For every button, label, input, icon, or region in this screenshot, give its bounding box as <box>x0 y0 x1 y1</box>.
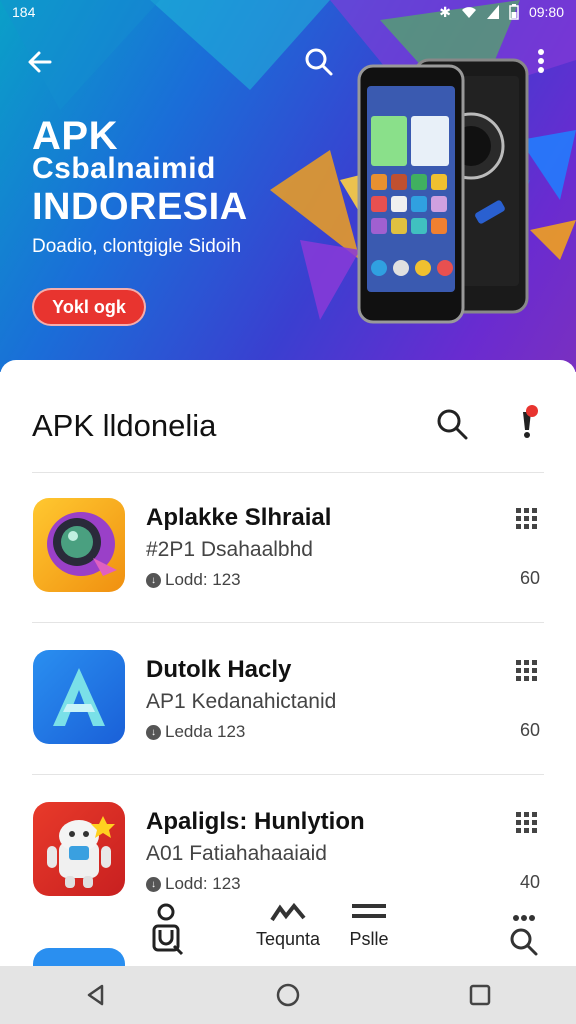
grid-menu-icon[interactable] <box>516 508 538 530</box>
nav-back-icon[interactable] <box>84 983 108 1007</box>
person-bag-icon <box>152 903 184 956</box>
app-count: 60 <box>519 568 540 588</box>
divider <box>32 774 544 775</box>
hero-title-line3: INDORESIA <box>32 186 248 228</box>
divider <box>32 472 544 473</box>
app-meta-text: Lodd: 123 <box>165 570 241 589</box>
wifi-icon <box>461 7 476 18</box>
chart-icon <box>270 902 306 922</box>
nav-recents-icon[interactable] <box>468 983 492 1007</box>
hero-cta-button[interactable]: Yokl ogk <box>32 288 146 326</box>
download-icon: ↓ <box>146 876 161 892</box>
app-name: Apaligls: Hunlytion <box>146 808 365 835</box>
tab-list[interactable]: Pslle <box>344 902 394 950</box>
bluetooth-icon: ✱ <box>439 3 451 20</box>
list-item[interactable]: Aplakke Slhraial #2P1 Dsahaalbhd ↓ Lodd:… <box>0 498 576 648</box>
hero-title-line2: Csbalnaimid <box>32 152 216 185</box>
camera-icon <box>33 498 125 592</box>
android-robot-icon <box>33 802 125 896</box>
status-bar: 184 ✱ 09:80 <box>0 0 576 24</box>
app-meta-text: Lodd: 123 <box>165 874 241 893</box>
grid-menu-icon[interactable] <box>516 812 538 834</box>
status-time-right: 09:80 <box>528 4 564 20</box>
tab-label: Pslle <box>349 929 389 949</box>
app-name: Dutolk Hacly <box>146 656 292 683</box>
divider <box>32 622 544 623</box>
app-subtitle: #2P1 Dsahaalbhd <box>146 538 313 561</box>
tab-trending[interactable]: Tequnta <box>250 902 326 950</box>
grid-menu-icon[interactable] <box>516 660 538 682</box>
back-arrow-icon[interactable] <box>26 48 54 76</box>
system-nav-bar <box>0 966 576 1024</box>
app-name: Aplakke Slhraial <box>146 504 332 531</box>
app-meta-text: Ledda 123 <box>165 722 246 741</box>
tab-profile[interactable] <box>144 902 188 963</box>
phone-mockup-image <box>357 58 529 324</box>
app-subtitle: A01 Fatiahahaaiaid <box>146 842 327 865</box>
page-title: APK lldonelia <box>32 408 217 443</box>
search-icon <box>510 928 538 956</box>
tab-search[interactable] <box>504 906 544 962</box>
app-meta: ↓ Lodd: 123 <box>146 874 241 894</box>
a-logo-icon <box>33 650 125 744</box>
app-meta: ↓ Lodd: 123 <box>146 570 241 590</box>
more-dots-icon <box>513 915 535 921</box>
app-meta: ↓ Ledda 123 <box>146 722 245 742</box>
list-item[interactable]: Dutolk Hacly AP1 Kedanahictanid ↓ Ledda … <box>0 650 576 800</box>
status-time-left: 184 <box>12 4 36 20</box>
list-icon <box>352 904 386 918</box>
app-subtitle: AP1 Kedanahictanid <box>146 690 337 713</box>
bottom-tab-bar: Tequnta Pslle <box>0 896 576 966</box>
download-icon: ↓ <box>146 572 161 588</box>
battery-icon <box>509 4 519 20</box>
search-icon[interactable] <box>304 47 334 77</box>
app-count: 60 <box>519 720 540 740</box>
nav-home-icon[interactable] <box>275 982 301 1008</box>
hero-subtitle: Doadio, clontgigle Sidoih <box>32 236 242 257</box>
download-icon: ↓ <box>146 724 161 740</box>
hero-banner: 184 ✱ 09:80 APK Csbalnaimid INDORESIA Do… <box>0 0 576 372</box>
search-icon[interactable] <box>436 408 468 440</box>
more-vert-icon[interactable] <box>536 48 546 76</box>
signal-icon <box>486 5 499 19</box>
app-count: 40 <box>519 872 540 892</box>
tab-label: Tequnta <box>255 929 321 949</box>
notification-pin-icon[interactable] <box>514 404 540 440</box>
